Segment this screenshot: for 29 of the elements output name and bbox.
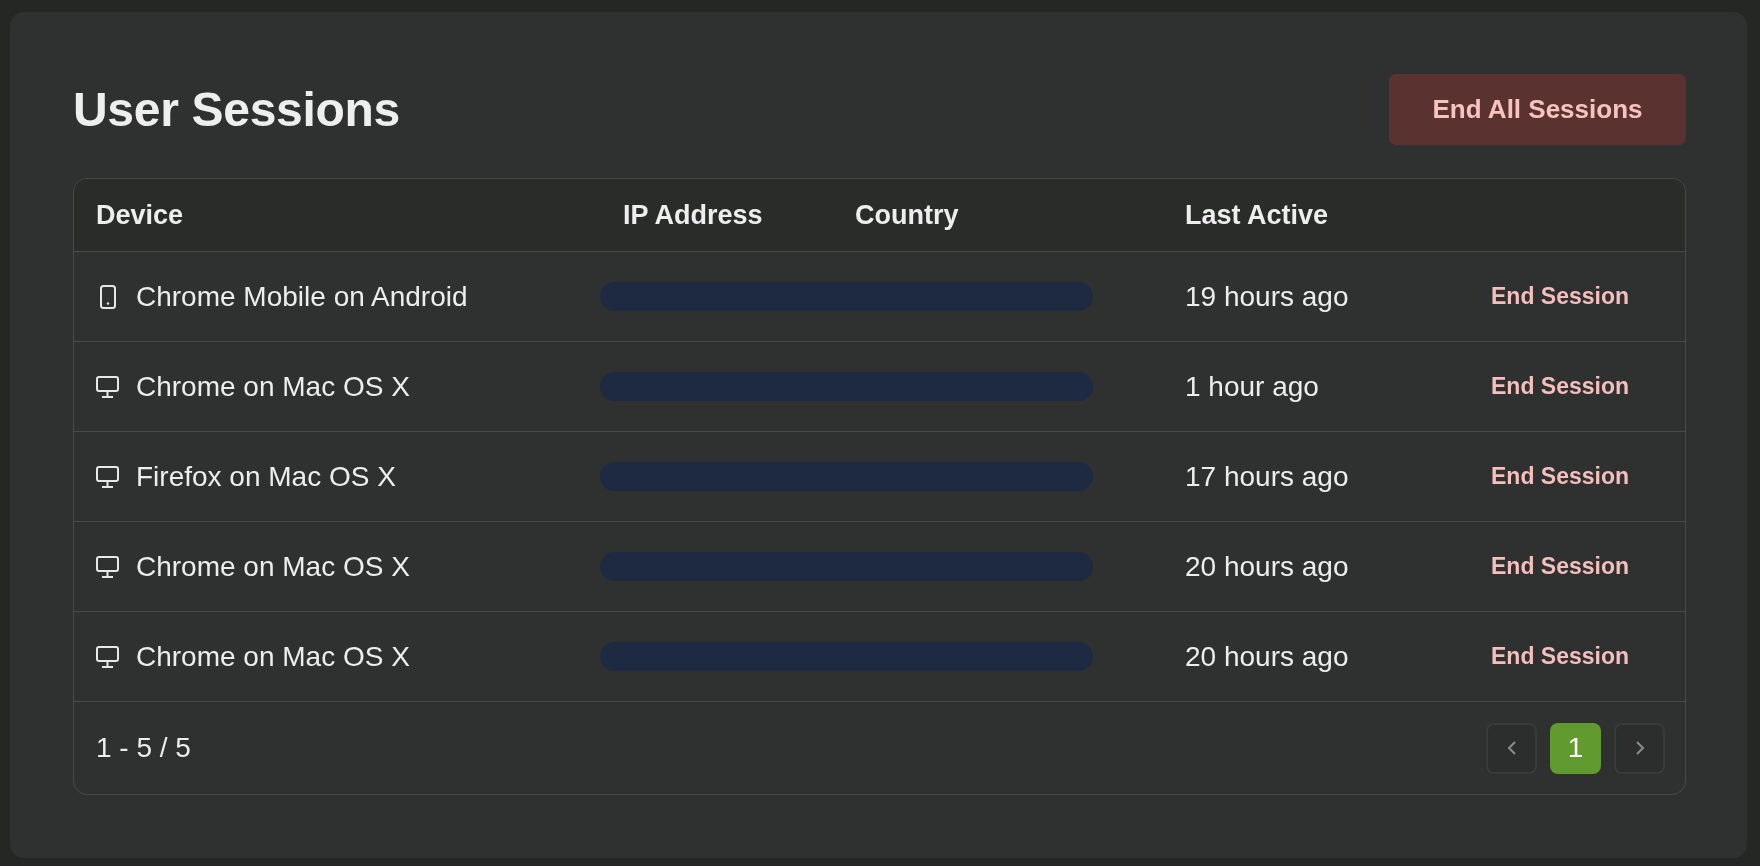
end-session-link[interactable]: End Session xyxy=(1491,463,1630,490)
device-name: Chrome on Mac OS X xyxy=(136,370,410,403)
column-header: Device xyxy=(96,199,184,231)
column-header: Last Active xyxy=(1185,199,1329,231)
monitor-icon xyxy=(96,645,119,668)
device-name: Chrome on Mac OS X xyxy=(136,550,410,583)
end-session-link[interactable]: End Session xyxy=(1491,283,1630,310)
end-session-link[interactable]: End Session xyxy=(1491,643,1630,670)
device-name: Firefox on Mac OS X xyxy=(136,460,396,493)
last-active-time: 19 hours ago xyxy=(1185,280,1349,313)
phone-icon xyxy=(99,284,117,309)
monitor-icon xyxy=(96,375,119,398)
page-title: User Sessions xyxy=(73,81,400,138)
end-all-sessions-button[interactable]: End All Sessions xyxy=(1389,74,1686,145)
end-session-link[interactable]: End Session xyxy=(1491,553,1630,580)
monitor-icon xyxy=(96,555,119,578)
pagination-range: 1 - 5 / 5 xyxy=(96,732,191,764)
last-active-time: 1 hour ago xyxy=(1185,370,1319,403)
chevron-right-icon xyxy=(1634,740,1645,756)
last-active-time: 20 hours ago xyxy=(1185,640,1349,673)
device-name: Chrome Mobile on Android xyxy=(136,280,468,313)
column-header: Country xyxy=(855,199,959,231)
column-header: IP Address xyxy=(623,199,763,231)
monitor-icon xyxy=(96,465,119,488)
last-active-time: 20 hours ago xyxy=(1185,550,1349,583)
end-session-link[interactable]: End Session xyxy=(1491,373,1630,400)
device-name: Chrome on Mac OS X xyxy=(136,640,410,673)
chevron-left-icon xyxy=(1506,740,1517,756)
last-active-time: 17 hours ago xyxy=(1185,460,1349,493)
